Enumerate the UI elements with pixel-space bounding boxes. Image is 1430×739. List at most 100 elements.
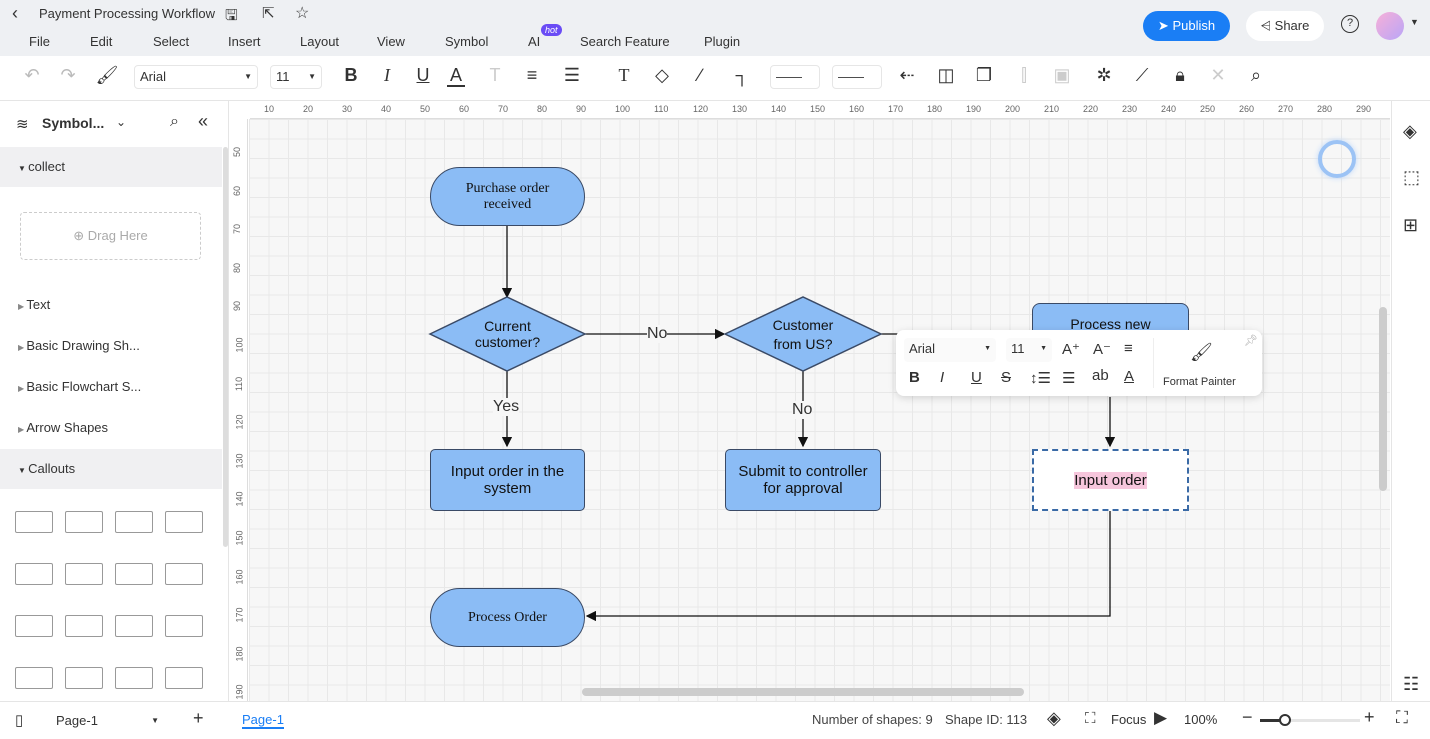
callout-shape[interactable] [65,667,103,689]
fill-icon[interactable]: ◇ [650,65,674,86]
controller-node[interactable]: Submit to controller for approval [725,449,881,511]
section-text[interactable]: ▶ Text [0,285,222,325]
input-system-node[interactable]: Input order in the system [430,449,585,511]
section-basic-drawing[interactable]: ▶ Basic Drawing Sh... [0,326,222,366]
underline-icon[interactable]: U [411,65,435,86]
menu-layout[interactable]: Layout [300,34,339,49]
text-tool-icon[interactable]: T [612,65,636,86]
callout-shape[interactable] [65,511,103,533]
callout-shape[interactable] [165,511,203,533]
menu-ai[interactable]: AI [528,34,540,49]
layers-icon[interactable]: ◈ [1047,708,1061,729]
panel-title[interactable]: Symbol... [42,115,104,131]
avatar-dropdown-icon[interactable]: ▼ [1410,17,1419,27]
line-weight-select[interactable]: —— [832,65,882,89]
section-arrow-shapes[interactable]: ▶ Arrow Shapes [0,408,222,448]
process-order-node[interactable]: Process Order [430,588,585,647]
node-label[interactable]: Input order [1074,471,1147,489]
bold-icon[interactable]: B [339,65,363,86]
crop-icon[interactable]: ⟋ [1130,65,1154,86]
menu-insert[interactable]: Insert [228,34,261,49]
tools-icon[interactable]: ✕ [1206,65,1230,86]
callout-shape[interactable] [15,511,53,533]
callout-shape[interactable] [115,511,153,533]
menu-search-feature[interactable]: Search Feature [580,34,670,49]
focus-button[interactable]: Focus [1111,712,1146,727]
callout-shape[interactable] [115,615,153,637]
collapse-panel-icon[interactable]: « [198,111,208,132]
group-icon[interactable]: ▣ [1050,65,1074,86]
avatar[interactable] [1376,12,1404,40]
section-callouts[interactable]: ▼ Callouts [0,449,222,489]
add-page-icon[interactable]: + [193,708,204,729]
font-size-select[interactable]: 11 ▼ [270,65,322,89]
bring-front-icon[interactable]: ◫ [934,65,958,86]
menu-plugin[interactable]: Plugin [704,34,740,49]
section-basic-flowchart[interactable]: ▶ Basic Flowchart S... [0,367,222,407]
italic-icon[interactable]: I [940,369,944,386]
menu-select[interactable]: Select [153,34,189,49]
line-color-icon[interactable]: ∕ [688,65,712,86]
send-back-icon[interactable]: ❐ [972,65,996,86]
document-title[interactable]: Payment Processing Workflow [39,6,215,21]
line-spacing-icon[interactable]: ↕☰ [1030,369,1051,387]
callout-shape[interactable] [65,615,103,637]
menu-edit[interactable]: Edit [90,34,112,49]
settings-list-icon[interactable]: ☷ [1403,674,1419,695]
pin-icon[interactable]: 📌︎ [1244,334,1258,347]
callout-shape[interactable] [15,563,53,585]
export-icon[interactable]: ⇱ [262,4,275,22]
grid-icon[interactable]: ⊞ [1403,215,1418,236]
align-shapes-icon[interactable]: ⫿ [1012,65,1036,86]
redo-icon[interactable]: ↷ [56,65,80,86]
drag-here-area[interactable]: ⊕ Drag Here [20,212,201,260]
lock-icon[interactable]: 🔒︎ [1168,65,1192,86]
callout-shape[interactable] [165,563,203,585]
zoom-out-icon[interactable]: − [1242,707,1253,728]
decision-label-wrap[interactable]: Current customer? [450,309,565,359]
undo-icon[interactable]: ↶ [20,65,44,86]
decrease-font-icon[interactable]: A⁻ [1093,340,1111,358]
menu-symbol[interactable]: Symbol [445,34,488,49]
panel-scrollbar[interactable] [223,147,228,547]
star-icon[interactable]: ☆ [295,3,309,23]
callout-shape[interactable] [65,563,103,585]
back-icon[interactable]: ‹ [12,3,18,24]
search-icon[interactable]: ⌕ [170,113,179,131]
format-painter-icon[interactable]: 🖌 [1190,342,1213,363]
effects-icon[interactable]: ✲ [1092,65,1116,86]
page-panel-icon[interactable]: ▯ [15,711,23,729]
font-color-icon[interactable]: A [1124,368,1134,385]
zoom-select[interactable]: 100% [1184,712,1217,727]
page-tab[interactable]: Page-1 [242,712,284,729]
line-style-select[interactable]: —— [770,65,820,89]
callout-shape[interactable] [15,615,53,637]
increase-font-icon[interactable]: A⁺ [1062,340,1080,358]
focus-icon[interactable]: ⛶ [1085,710,1096,727]
align-icon[interactable]: ≡ [520,65,544,86]
underline-icon[interactable]: U [971,369,982,386]
vertical-scrollbar[interactable] [1379,307,1387,491]
callout-shape[interactable] [115,667,153,689]
find-icon[interactable]: ⌕ [1244,65,1268,86]
menu-view[interactable]: View [377,34,405,49]
section-collect[interactable]: ▼ collect [0,147,222,187]
format-painter-label[interactable]: Format Painter [1163,376,1236,388]
bold-icon[interactable]: B [909,369,920,386]
float-size-select[interactable]: 11 ▼ [1006,338,1052,362]
save-icon[interactable]: 🖫 [225,5,238,30]
callout-shape[interactable] [115,563,153,585]
font-select[interactable]: Arial ▼ [134,65,258,89]
share-button[interactable]: ⩤ Share [1246,11,1324,41]
line-spacing-icon[interactable]: ☰ [560,65,584,86]
zoom-in-icon[interactable]: + [1364,707,1375,728]
italic-icon[interactable]: I [375,65,399,86]
select-icon[interactable]: ⬚ [1403,167,1420,188]
callout-shape[interactable] [15,667,53,689]
zoom-slider-handle[interactable] [1279,714,1291,726]
page-select[interactable]: Page-1 ▼ [50,710,165,732]
input-order-node-selected[interactable]: Input order [1032,449,1189,511]
canvas[interactable]: Purchase order received Current customer… [249,119,1390,701]
play-icon[interactable]: ▶︎ [1154,708,1167,728]
align-left-icon[interactable]: ≡ [1124,340,1133,357]
